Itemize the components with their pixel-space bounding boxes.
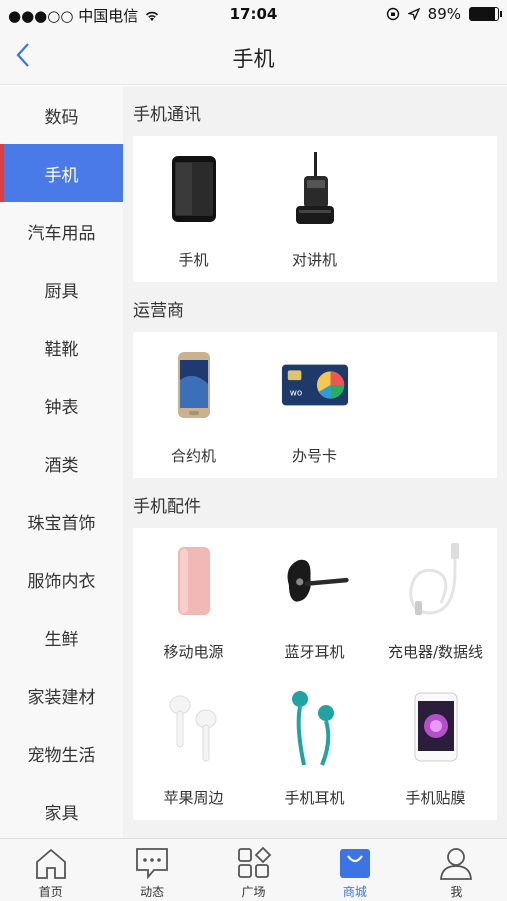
sidebar-item[interactable]: 厨具	[0, 260, 123, 318]
sidebar-item-label: 数码	[44, 107, 79, 128]
sidebar-item[interactable]: 数码	[0, 86, 123, 144]
tab-label: 广场	[241, 885, 266, 899]
screen-protector-icon	[401, 692, 471, 762]
smartphone-icon	[159, 154, 229, 224]
category-item[interactable]: 苹果周边	[133, 674, 254, 820]
tab-label: 商城	[342, 885, 367, 899]
category-item-label: 办号卡	[291, 447, 337, 465]
contract-phone-icon	[159, 350, 229, 420]
sidebar-item[interactable]: 手机	[0, 144, 123, 202]
sidebar-item-label: 厨具	[44, 281, 79, 302]
sidebar-item-label: 鞋靴	[44, 339, 79, 360]
sidebar-item-label: 家具	[44, 803, 79, 824]
sidebar-item[interactable]: 宠物生活	[0, 724, 123, 782]
sidebar-item[interactable]: 酒类	[0, 434, 123, 492]
power-bank-icon	[159, 546, 229, 616]
category-item[interactable]: 对讲机	[254, 136, 375, 282]
sidebar-item-label: 手机	[44, 165, 79, 186]
sidebar-item-label: 家装建材	[27, 687, 96, 708]
sidebar-item[interactable]: 珠宝首饰	[0, 492, 123, 550]
sidebar-item[interactable]: 家具	[0, 782, 123, 840]
category-item[interactable]: wo 办号卡	[254, 332, 375, 478]
sidebar-item-label: 珠宝首饰	[27, 513, 96, 534]
tab-bar: 首页 动态 广场 商城 我	[0, 838, 507, 901]
chat-icon	[132, 845, 172, 881]
walkie-talkie-icon	[280, 152, 350, 224]
category-content: 手机通讯手机 对讲机运营商合约机 wo 办号卡手机配件移动电源 蓝牙耳机 充电器/数据线苹…	[123, 86, 507, 838]
svg-text:wo: wo	[289, 389, 302, 399]
grid-icon	[234, 845, 274, 881]
cable-icon	[401, 543, 471, 616]
battery-percent: 89%	[427, 5, 461, 23]
category-item[interactable]: 手机	[133, 136, 254, 282]
category-item[interactable]: 蓝牙耳机	[254, 528, 375, 674]
sidebar-item-label: 生鲜	[44, 629, 79, 650]
tab-label: 我	[450, 885, 463, 899]
battery-level	[470, 8, 495, 20]
category-item-label: 蓝牙耳机	[284, 643, 345, 661]
sidebar-item-label: 宠物生活	[27, 745, 96, 766]
tab-user[interactable]: 我	[406, 839, 507, 901]
sidebar-item[interactable]: 服饰内衣	[0, 550, 123, 608]
category-card: 移动电源 蓝牙耳机 充电器/数据线苹果周边 手机耳机 手机贴膜	[133, 528, 497, 820]
sidebar-item[interactable]: 钟表	[0, 376, 123, 434]
rotation-lock-icon	[386, 7, 399, 21]
earpods-icon	[159, 692, 229, 762]
category-card: 合约机 wo 办号卡	[133, 332, 497, 478]
tab-label: 动态	[140, 885, 165, 899]
sidebar-item[interactable]: 鞋靴	[0, 318, 123, 376]
sidebar-item[interactable]: 生鲜	[0, 608, 123, 666]
status-bar: ●●●○○ 中国电信 17:04 89%	[0, 0, 507, 30]
sidebar-item-label: 钟表	[44, 397, 79, 418]
category-item-label: 移动电源	[163, 643, 224, 661]
category-item-label: 手机贴膜	[405, 789, 466, 807]
category-item-label: 手机	[178, 251, 209, 269]
section-title: 手机通讯	[133, 105, 201, 125]
category-item-label: 苹果周边	[163, 789, 224, 807]
category-card: 手机 对讲机	[133, 136, 497, 282]
page-title: 手机	[232, 47, 275, 71]
user-icon	[436, 845, 476, 881]
sidebar-item-label: 汽车用品	[27, 223, 96, 244]
tab-home[interactable]: 首页	[0, 839, 101, 901]
category-item-label: 手机耳机	[284, 789, 345, 807]
category-sidebar: 数码手机汽车用品厨具鞋靴钟表酒类珠宝首饰服饰内衣生鲜家装建材宠物生活家具	[0, 86, 124, 838]
sidebar-item[interactable]: 汽车用品	[0, 202, 123, 260]
earphones-icon	[280, 691, 350, 766]
tab-label: 首页	[38, 885, 63, 899]
sidebar-item[interactable]: 家装建材	[0, 666, 123, 724]
category-item[interactable]: 合约机	[133, 332, 254, 478]
bluetooth-headset-icon	[280, 546, 350, 616]
category-item-label: 合约机	[170, 447, 216, 465]
category-item[interactable]: 充电器/数据线	[375, 528, 496, 674]
location-icon	[407, 8, 420, 20]
sim-card-icon: wo	[280, 350, 350, 420]
status-right: 89%	[386, 5, 502, 23]
category-item-label: 对讲机	[291, 251, 337, 269]
nav-bar: 手机	[0, 30, 507, 85]
shopping-bag-icon	[335, 845, 375, 881]
category-item[interactable]: 移动电源	[133, 528, 254, 674]
tab-shopping-bag[interactable]: 商城	[304, 839, 405, 901]
sidebar-item-label: 服饰内衣	[27, 571, 96, 592]
tab-chat[interactable]: 动态	[101, 839, 202, 901]
category-item-label: 充电器/数据线	[387, 643, 484, 661]
section-title: 手机配件	[133, 497, 201, 517]
tab-grid[interactable]: 广场	[203, 839, 304, 901]
section-title: 运营商	[133, 301, 184, 321]
battery-icon	[469, 7, 502, 21]
category-item[interactable]: 手机耳机	[254, 674, 375, 820]
home-icon	[31, 845, 71, 881]
sidebar-item-label: 酒类	[44, 455, 79, 476]
category-item[interactable]: 手机贴膜	[375, 674, 496, 820]
